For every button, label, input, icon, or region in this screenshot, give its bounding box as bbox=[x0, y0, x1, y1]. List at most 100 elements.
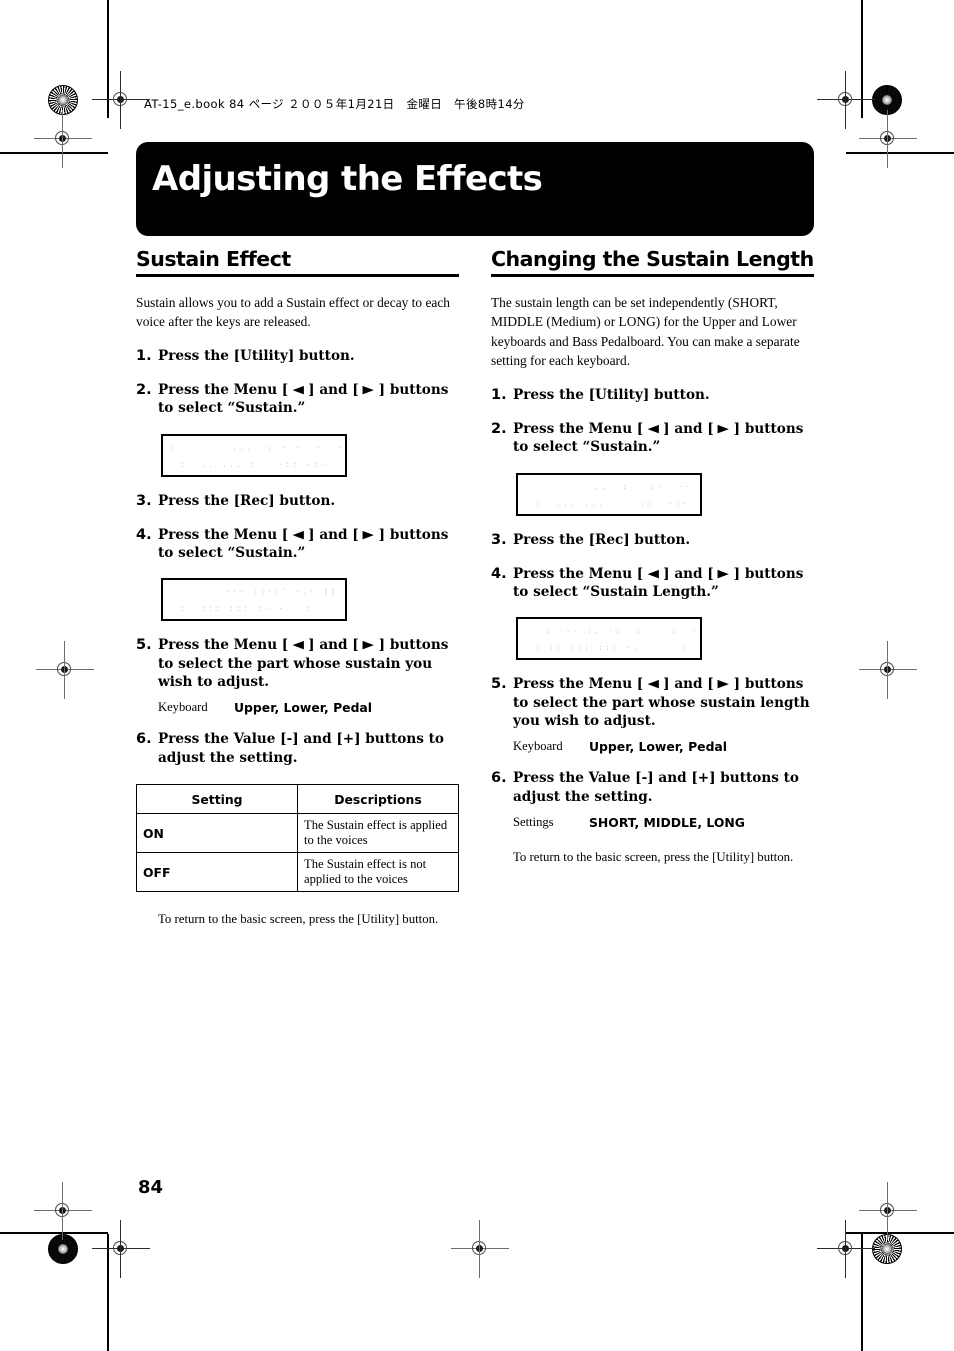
param-value: Upper, Lower, Pedal bbox=[234, 700, 373, 716]
crosshair-right-middle bbox=[859, 641, 917, 699]
lcd-line-1: : ·-- :. ·: : : ··· : :: ]· :. bbox=[545, 626, 700, 636]
step-text: Press the [Rec] button. bbox=[158, 492, 336, 509]
footnote-right: To return to the basic screen, press the… bbox=[513, 850, 794, 865]
step-1-left: 1. Press the [Utility] button. bbox=[136, 347, 459, 366]
step-6-left: 6. Press the Value [-] and [+] buttons t… bbox=[136, 730, 459, 767]
table-header-row: Setting Descriptions bbox=[136, 784, 459, 815]
chapter-banner: Adjusting the Effects bbox=[136, 142, 814, 236]
menu-left-arrow-icon: ◀ bbox=[647, 677, 659, 691]
step-text-mid: ] and [ bbox=[303, 526, 364, 543]
heading-rule-right bbox=[491, 273, 814, 277]
step-text: Press the Menu [ ◀ ] and [ ▶ ] buttons t… bbox=[158, 381, 459, 418]
menu-right-arrow-icon: ▶ bbox=[717, 421, 730, 435]
intro-paragraph-left: Sustain allows you to add a Sustain effe… bbox=[136, 294, 450, 330]
trim-line-bottom-left bbox=[0, 1232, 108, 1234]
step-number: 2. bbox=[136, 381, 152, 398]
step-text-before: Press the Menu [ bbox=[158, 526, 293, 543]
step-1-right: 1. Press the [Utility] button. bbox=[491, 386, 814, 405]
menu-right-arrow-icon: ▶ bbox=[717, 566, 730, 580]
step-6-right: 6. Press the Value [-] and [+] buttons t… bbox=[491, 769, 814, 806]
lcd-display-sustain-menu: : ... : · · · ·; ·· :: : .. ... : ·:: ·:… bbox=[161, 433, 347, 477]
step-text: Press the [Utility] button. bbox=[513, 386, 710, 403]
menu-left-arrow-icon: ◀ bbox=[292, 638, 304, 652]
lcd-line-1: : ... : · · · ·; ·· :: bbox=[169, 442, 345, 452]
lcd-line-1: .. : :· ·· ·; ··. :: bbox=[594, 481, 693, 491]
crosshair-bottom-left-inner bbox=[92, 1220, 150, 1278]
manual-page: AT-15_e.book 84 ページ ２００５年1月21日 金曜日 午後8時1… bbox=[0, 0, 954, 1351]
trim-line-top-left bbox=[0, 152, 108, 154]
lcd-line-2: : .. ... : ·:: ·:· bbox=[173, 459, 328, 469]
step-number: 2. bbox=[491, 420, 507, 437]
crosshair-top-left-outer bbox=[34, 110, 92, 168]
step-text: Press the Menu [ ◀ ] and [ ▶ ] buttons t… bbox=[158, 636, 459, 691]
lcd-display-sustain-menu-right: .. : :· ·· ·; ··. :: : ... ... :: ·:· bbox=[516, 472, 702, 516]
table-cell-setting: OFF bbox=[136, 852, 298, 893]
registration-target-bottom-left bbox=[48, 1234, 78, 1264]
menu-left-arrow-icon: ◀ bbox=[647, 421, 659, 435]
section-heading-sustain-length: Changing the Sustain Length bbox=[491, 247, 814, 271]
registration-target-top-left bbox=[48, 85, 78, 115]
param-label: Keyboard bbox=[513, 739, 563, 754]
step-text: Press the Value [-] and [+] buttons to a… bbox=[513, 770, 799, 805]
step-number: 1. bbox=[491, 386, 507, 403]
table-header-descriptions: Descriptions bbox=[297, 784, 459, 815]
lcd-line-1: ··· ::·:' ·.· ]] ·’ :: bbox=[225, 587, 345, 597]
step-number: 1. bbox=[136, 347, 152, 364]
menu-right-arrow-icon: ▶ bbox=[717, 677, 730, 691]
step-5-left: 5. Press the Menu [ ◀ ] and [ ▶ ] button… bbox=[136, 636, 459, 691]
step-number: 5. bbox=[491, 676, 507, 693]
param-value: Upper, Lower, Pedal bbox=[589, 739, 728, 755]
menu-left-arrow-icon: ◀ bbox=[292, 527, 304, 541]
step-number: 3. bbox=[136, 492, 152, 509]
step-text-before: Press the Menu [ bbox=[513, 676, 648, 693]
crosshair-left-middle bbox=[36, 641, 94, 699]
trim-line-vertical-right-bottom bbox=[861, 1234, 863, 1351]
menu-right-arrow-icon: ▶ bbox=[362, 527, 375, 541]
step-text: Press the [Rec] button. bbox=[513, 531, 691, 548]
table-row: ON The Sustain effect is applied to the … bbox=[136, 813, 459, 854]
step-number: 3. bbox=[491, 531, 507, 548]
crosshair-bottom-center bbox=[451, 1220, 509, 1278]
step-number: 6. bbox=[491, 770, 507, 787]
file-slug: AT-15_e.book 84 ページ ２００５年1月21日 金曜日 午後8時1… bbox=[144, 97, 525, 111]
trim-line-top-right bbox=[846, 152, 954, 154]
lcd-line-2: : :: ::: ::: ·. : : ·: ·; bbox=[535, 643, 690, 653]
intro-paragraph-right: The sustain length can be set independen… bbox=[491, 294, 800, 369]
step-text: Press the Menu [ ◀ ] and [ ▶ ] buttons t… bbox=[513, 420, 814, 457]
step-text: Press the Menu [ ◀ ] and [ ▶ ] buttons t… bbox=[158, 526, 459, 563]
step-2-left: 2. Press the Menu [ ◀ ] and [ ▶ ] button… bbox=[136, 381, 459, 418]
step-text: Press the Menu [ ◀ ] and [ ▶ ] buttons t… bbox=[513, 675, 814, 730]
param-label: Keyboard bbox=[158, 700, 208, 715]
step-number: 4. bbox=[491, 565, 507, 582]
heading-rule-left bbox=[136, 273, 459, 277]
right-column: Changing the Sustain Length The sustain … bbox=[491, 248, 814, 867]
step-text-mid: ] and [ bbox=[658, 565, 719, 582]
menu-left-arrow-icon: ◀ bbox=[647, 566, 659, 580]
param-label: Settings bbox=[513, 815, 554, 830]
step-3-left: 3. Press the [Rec] button. bbox=[136, 492, 459, 511]
step-3-right: 3. Press the [Rec] button. bbox=[491, 531, 814, 550]
step-text-mid: ] and [ bbox=[658, 420, 719, 437]
table-cell-description: The Sustain effect is not applied to the… bbox=[297, 852, 459, 893]
step-text-before: Press the Menu [ bbox=[513, 420, 648, 437]
menu-right-arrow-icon: ▶ bbox=[362, 638, 375, 652]
page-title: Adjusting the Effects bbox=[152, 159, 543, 199]
step-4-right: 4. Press the Menu [ ◀ ] and [ ▶ ] button… bbox=[491, 565, 814, 602]
step-4-left: 4. Press the Menu [ ◀ ] and [ ▶ ] button… bbox=[136, 526, 459, 563]
param-keyboard-right: Keyboard Upper, Lower, Pedal bbox=[513, 739, 814, 754]
crosshair-bottom-left-outer bbox=[34, 1182, 92, 1240]
lcd-display-sustain-part: ··· ::·:' ·.· ]] ·’ :: : ::: ::: :· · : … bbox=[161, 578, 347, 622]
lcd-line-2: : ::: ::: :· · : : · bbox=[180, 604, 314, 614]
page-number: 84 bbox=[138, 1177, 164, 1198]
left-column: Sustain Effect Sustain allows you to add… bbox=[136, 248, 459, 929]
table-header-setting: Setting bbox=[136, 784, 298, 815]
footnote-left: To return to the basic screen, press the… bbox=[158, 912, 439, 927]
param-keyboard-left: Keyboard Upper, Lower, Pedal bbox=[158, 700, 459, 715]
lcd-display-sustain-length: : ·-- :. ·: : : ··· : :: ]· :. : :: ::: … bbox=[516, 617, 702, 661]
menu-right-arrow-icon: ▶ bbox=[362, 382, 375, 396]
step-2-right: 2. Press the Menu [ ◀ ] and [ ▶ ] button… bbox=[491, 420, 814, 457]
crosshair-top-right-inner bbox=[817, 71, 875, 129]
step-text-mid: ] and [ bbox=[303, 381, 364, 398]
table-cell-description: The Sustain effect is applied to the voi… bbox=[297, 813, 459, 854]
param-settings-right: Settings SHORT, MIDDLE, LONG bbox=[513, 815, 814, 830]
